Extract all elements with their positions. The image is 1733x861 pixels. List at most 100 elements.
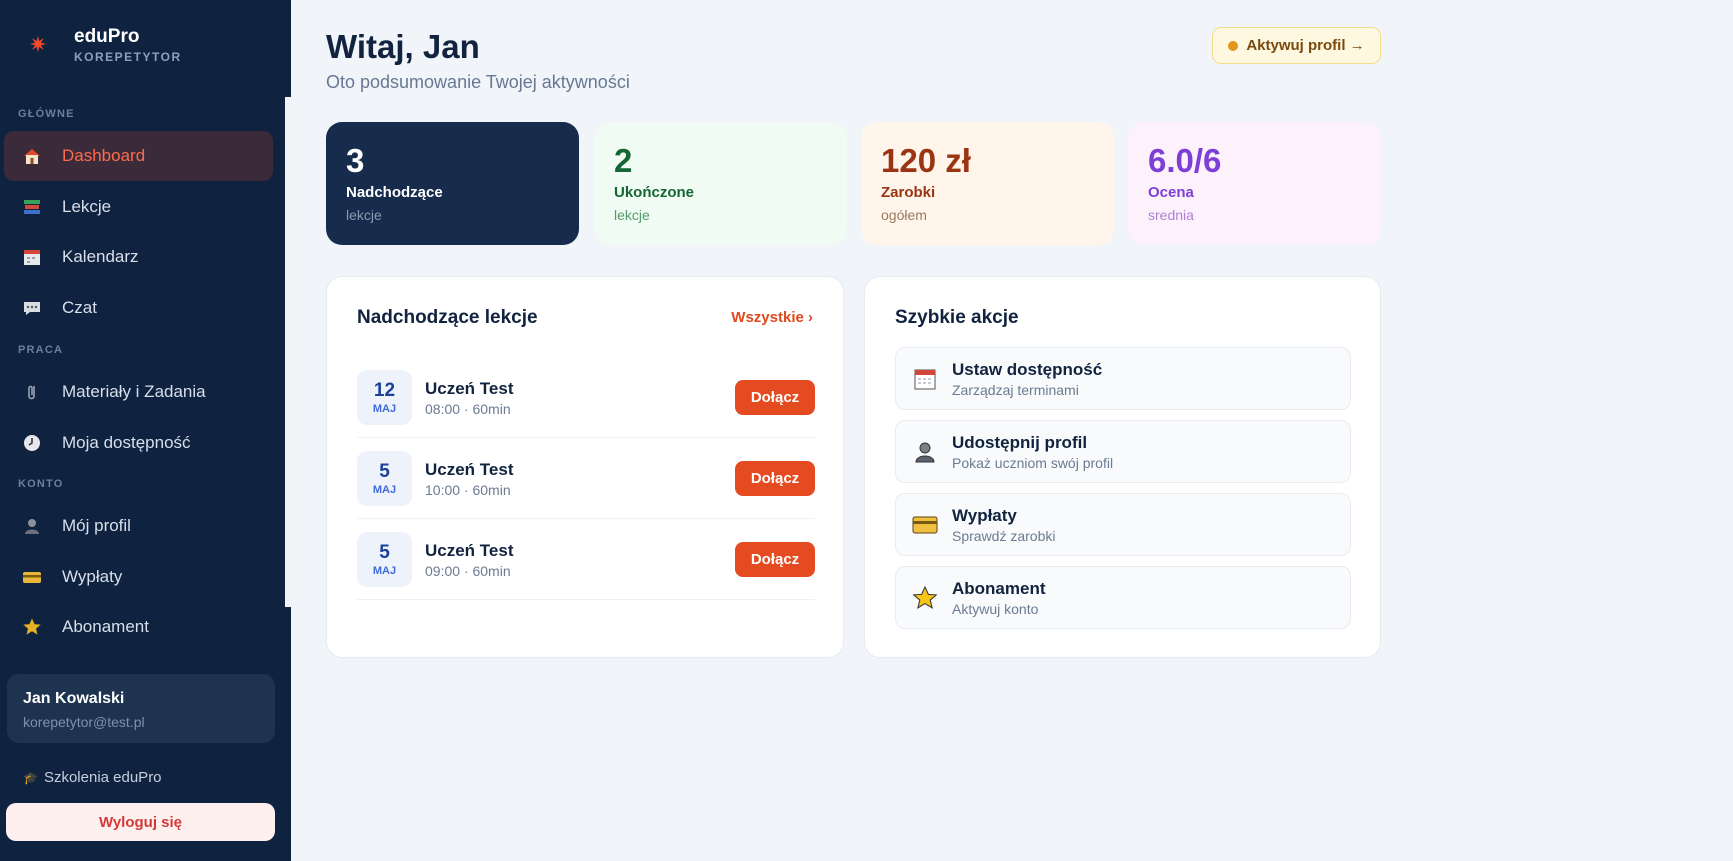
lesson-info: Uczeń Test 09:00 · 60min (425, 541, 735, 579)
stat-label: Nadchodzące (346, 184, 443, 201)
section-label-account: KONTO (18, 478, 64, 490)
lesson-month: MAJ (372, 564, 397, 577)
join-button[interactable]: Dołącz (735, 461, 815, 496)
join-button[interactable]: Dołącz (735, 380, 815, 415)
stat-label: Ukończone (614, 184, 695, 201)
lesson-info: Uczeń Test 08:00 · 60min (425, 379, 735, 417)
stat-value: 3 (346, 142, 365, 179)
lesson-row: 12 MAJ Uczeń Test 08:00 · 60min Dołącz (357, 358, 815, 438)
quick-action-share-profile[interactable]: Udostępnij profil Pokaż uczniom swój pro… (895, 420, 1351, 483)
quick-action-availability[interactable]: Ustaw dostępność Zarządzaj terminami (895, 347, 1351, 410)
quick-action-text: Wypłaty Sprawdź zarobki (952, 506, 1056, 544)
sidebar-item-label: Dashboard (62, 146, 146, 165)
stat-sub: srednia (1148, 207, 1194, 223)
quick-action-payouts[interactable]: Wypłaty Sprawdź zarobki (895, 493, 1351, 556)
lesson-time: 10:00 · 60min (425, 481, 511, 498)
lesson-time: 09:00 · 60min (425, 562, 511, 579)
card-icon (912, 512, 938, 538)
books-icon (20, 195, 44, 219)
sidebar-item-profile[interactable]: Mój profil (4, 501, 273, 551)
lesson-date: 5 MAJ (357, 532, 412, 587)
stat-card-earnings: 120 zł Zarobki ogółem (861, 122, 1114, 245)
sidebar-item-payouts[interactable]: Wypłaty (4, 552, 273, 602)
lesson-student: Uczeń Test (425, 378, 514, 398)
stat-sub: lekcje (614, 207, 650, 223)
sidebar-item-label: Mój profil (62, 516, 131, 535)
graduation-cap-icon: 🎓 (23, 770, 38, 785)
lesson-day: 5 (379, 460, 390, 482)
brand[interactable]: ✷ eduPro KOREPETYTOR (28, 26, 182, 64)
activate-profile-button[interactable]: Aktywuj profil → (1212, 27, 1381, 64)
sidebar-item-label: Moja dostępność (62, 433, 191, 452)
sidebar: ✷ eduPro KOREPETYTOR GŁÓWNE Dashboard Le… (0, 0, 291, 861)
credit-card-icon (20, 565, 44, 589)
stat-card-rating: 6.0/6 Ocena srednia (1128, 122, 1381, 245)
quick-actions-card: Szybkie akcje Ustaw dostępność Zarządzaj… (864, 276, 1381, 658)
sidebar-scrollbar-thumb[interactable] (285, 607, 291, 655)
lesson-date: 12 MAJ (357, 370, 412, 425)
sidebar-item-availability[interactable]: Moja dostępność (4, 418, 273, 468)
stat-card-upcoming: 3 Nadchodzące lekcje (326, 122, 579, 245)
lesson-date: 5 MAJ (357, 451, 412, 506)
lesson-month: MAJ (372, 402, 397, 415)
stat-card-completed: 2 Ukończone lekcje (594, 122, 847, 245)
quick-actions-title: Szybkie akcje (895, 307, 1019, 328)
user-card[interactable]: Jan Kowalski korepetytor@test.pl (7, 674, 275, 743)
sidebar-item-label: Materiały i Zadania (62, 382, 206, 401)
lesson-info: Uczeń Test 10:00 · 60min (425, 460, 735, 498)
sidebar-item-label: Kalendarz (62, 247, 139, 266)
sidebar-item-label: Abonament (62, 617, 149, 636)
sidebar-item-materials[interactable]: Materiały i Zadania (4, 367, 273, 417)
star-icon (912, 585, 938, 611)
stat-value: 2 (614, 142, 633, 179)
user-email: korepetytor@test.pl (23, 714, 145, 730)
sidebar-item-label: Wypłaty (62, 567, 123, 586)
training-link[interactable]: 🎓 Szkolenia eduPro (23, 769, 162, 786)
quick-action-title: Udostępnij profil (952, 432, 1088, 452)
quick-action-sub: Pokaż uczniom swój profil (952, 454, 1114, 471)
lesson-time: 08:00 · 60min (425, 400, 511, 417)
person-icon (912, 439, 938, 465)
sidebar-item-calendar[interactable]: Kalendarz (4, 232, 273, 282)
stat-label: Zarobki (881, 184, 936, 201)
upcoming-lessons-card: Nadchodzące lekcje Wszystkie › 12 MAJ Uc… (326, 276, 844, 658)
lesson-day: 12 (373, 379, 396, 401)
quick-action-sub: Aktywuj konto (952, 600, 1039, 617)
stat-value: 120 zł (881, 142, 971, 179)
stat-sub: ogółem (881, 207, 927, 223)
sidebar-item-label: Lekcje (62, 197, 112, 216)
quick-action-text: Udostępnij profil Pokaż uczniom swój pro… (952, 433, 1113, 471)
logout-button[interactable]: Wyloguj się (6, 803, 275, 841)
star-icon (20, 615, 44, 639)
quick-action-subscription[interactable]: Abonament Aktywuj konto (895, 566, 1351, 629)
sidebar-item-dashboard[interactable]: Dashboard (4, 131, 273, 181)
calendar-icon (912, 366, 938, 392)
section-label-work: PRACA (18, 344, 64, 356)
quick-action-title: Abonament (952, 578, 1046, 598)
sidebar-item-subscription[interactable]: Abonament (4, 602, 273, 652)
brand-subtitle: KOREPETYTOR (74, 50, 182, 64)
house-icon (20, 144, 44, 168)
sidebar-scrollbar[interactable] (285, 97, 291, 655)
asterisk-logo-icon: ✷ (28, 32, 48, 57)
lesson-student: Uczeń Test (425, 459, 514, 479)
activate-profile-label: Aktywuj profil → (1246, 37, 1365, 54)
brand-name: eduPro (74, 26, 140, 47)
join-button[interactable]: Dołącz (735, 542, 815, 577)
training-label: Szkolenia eduPro (43, 769, 162, 786)
quick-action-title: Wypłaty (952, 505, 1017, 525)
sidebar-item-lessons[interactable]: Lekcje (4, 182, 273, 232)
see-all-link[interactable]: Wszystkie › (731, 309, 813, 326)
section-label-main: GŁÓWNE (18, 108, 75, 120)
person-icon (20, 514, 44, 538)
upcoming-lessons-title: Nadchodzące lekcje (357, 307, 538, 328)
stat-sub: lekcje (346, 207, 382, 223)
quick-action-sub: Sprawdź zarobki (952, 527, 1056, 544)
clock-icon (20, 431, 44, 455)
lesson-day: 5 (379, 541, 390, 563)
page-subtitle: Oto podsumowanie Twojej aktywności (326, 72, 630, 92)
sidebar-item-chat[interactable]: Czat (4, 283, 273, 333)
stat-value: 6.0/6 (1148, 142, 1222, 179)
calendar-icon (20, 245, 44, 269)
quick-action-sub: Zarządzaj terminami (952, 381, 1079, 398)
